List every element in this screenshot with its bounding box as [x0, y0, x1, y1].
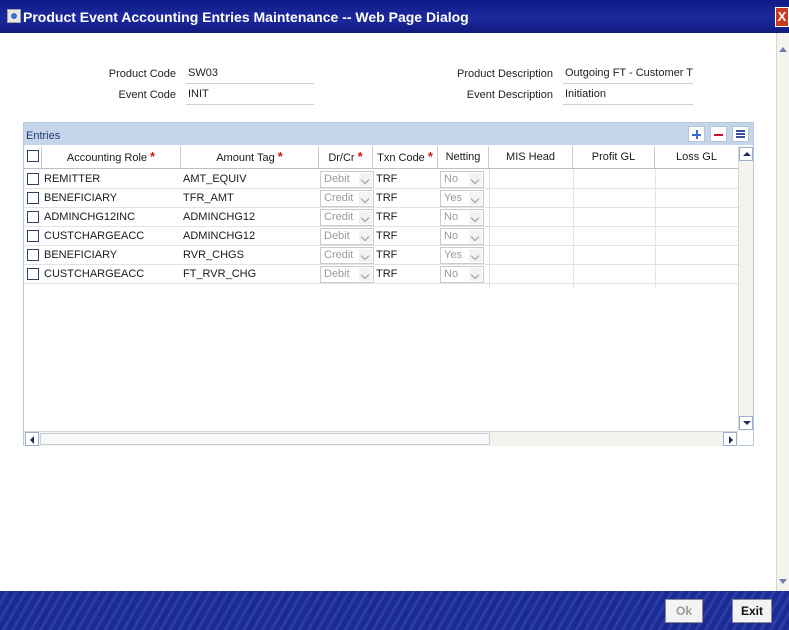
scroll-right-icon[interactable] — [723, 432, 737, 446]
select-all-cell — [24, 146, 42, 168]
row-checkbox[interactable] — [27, 192, 39, 204]
col-netting[interactable]: Netting — [438, 146, 489, 168]
table-row[interactable]: CUSTCHARGEACC FT_RVR_CHG Debit TRF No — [24, 265, 738, 284]
event-description-label: Event Description — [466, 89, 553, 101]
window-title: Product Event Accounting Entries Mainten… — [23, 9, 469, 25]
netting-select[interactable]: Yes — [440, 247, 484, 264]
dr-cr-select[interactable]: Debit — [320, 171, 374, 188]
accounting-role-cell[interactable]: BENEFICIARY — [44, 246, 180, 265]
add-row-button[interactable] — [688, 126, 705, 142]
chevron-down-icon — [469, 249, 482, 262]
chevron-down-icon — [359, 268, 372, 281]
grid-header: Accounting Role * Amount Tag * Dr/Cr * Txn … — [24, 146, 738, 169]
ok-button[interactable]: Ok — [665, 599, 703, 623]
table-row[interactable]: BENEFICIARY RVR_CHGS Credit TRF Yes — [24, 246, 738, 265]
row-checkbox[interactable] — [27, 211, 39, 223]
chevron-down-icon — [359, 249, 372, 262]
netting-select[interactable]: No — [440, 228, 484, 245]
dr-cr-select[interactable]: Credit — [320, 209, 374, 226]
scroll-left-icon[interactable] — [25, 432, 39, 446]
chevron-down-icon — [359, 230, 372, 243]
accounting-role-cell[interactable]: CUSTCHARGEACC — [44, 265, 180, 284]
product-code-field[interactable]: SW03 — [186, 67, 314, 84]
page-vertical-scrollbar[interactable] — [776, 33, 789, 591]
scroll-down-icon[interactable] — [739, 416, 753, 430]
amount-tag-cell[interactable]: AMT_EQUIV — [183, 170, 318, 189]
grid-horizontal-scrollbar[interactable] — [24, 431, 738, 446]
col-loss-gl[interactable]: Loss GL — [655, 146, 738, 168]
accounting-role-cell[interactable]: BENEFICIARY — [44, 189, 180, 208]
product-description-label: Product Description — [457, 68, 553, 80]
col-amount-tag[interactable]: Amount Tag * — [181, 146, 319, 168]
col-accounting-role[interactable]: Accounting Role * — [42, 146, 181, 168]
col-mis-head[interactable]: MIS Head — [489, 146, 573, 168]
row-checkbox[interactable] — [27, 268, 39, 280]
chevron-down-icon — [359, 173, 372, 186]
col-txn-code[interactable]: Txn Code * — [373, 146, 438, 168]
close-button[interactable]: X — [775, 7, 789, 27]
chevron-down-icon — [359, 192, 372, 205]
exit-button[interactable]: Exit — [732, 599, 772, 623]
product-code-label: Product Code — [108, 68, 176, 80]
txn-code-cell[interactable]: TRF — [376, 265, 416, 284]
event-code-field[interactable]: INIT — [186, 88, 314, 105]
amount-tag-cell[interactable]: ADMINCHG12 — [183, 227, 318, 246]
netting-select[interactable]: Yes — [440, 190, 484, 207]
select-all-checkbox[interactable] — [27, 150, 39, 162]
dr-cr-select[interactable]: Debit — [320, 266, 374, 283]
entries-title: Entries — [26, 130, 61, 142]
chevron-down-icon — [469, 173, 482, 186]
dr-cr-select[interactable]: Debit — [320, 228, 374, 245]
accounting-role-cell[interactable]: ADMINCHG12INC — [44, 208, 180, 227]
title-bar: Product Event Accounting Entries Mainten… — [0, 0, 789, 33]
amount-tag-cell[interactable]: RVR_CHGS — [183, 246, 318, 265]
col-dr-cr[interactable]: Dr/Cr * — [319, 146, 373, 168]
chevron-down-icon — [469, 230, 482, 243]
delete-row-button[interactable] — [710, 126, 727, 142]
txn-code-cell[interactable]: TRF — [376, 246, 416, 265]
row-checkbox[interactable] — [27, 173, 39, 185]
txn-code-cell[interactable]: TRF — [376, 208, 416, 227]
row-checkbox[interactable] — [27, 249, 39, 261]
app-icon — [7, 9, 21, 23]
table-row[interactable]: BENEFICIARY TFR_AMT Credit TRF Yes — [24, 189, 738, 208]
txn-code-cell[interactable]: TRF — [376, 189, 416, 208]
view-menu-button[interactable] — [732, 126, 749, 142]
chevron-down-icon — [469, 192, 482, 205]
product-description-field[interactable]: Outgoing FT - Customer Tr — [563, 67, 693, 84]
chevron-down-icon — [469, 211, 482, 224]
table-row[interactable]: ADMINCHG12INC ADMINCHG12 Credit TRF No — [24, 208, 738, 227]
event-code-label: Event Code — [118, 89, 176, 101]
entries-section: Entries Accounting Role * Amount Tag * Dr/… — [23, 122, 754, 446]
amount-tag-cell[interactable]: FT_RVR_CHG — [183, 265, 318, 284]
table-row[interactable]: CUSTCHARGEACC ADMINCHG12 Debit TRF No — [24, 227, 738, 246]
netting-select[interactable]: No — [440, 171, 484, 188]
table-row[interactable]: REMITTER AMT_EQUIV Debit TRF No — [24, 170, 738, 189]
scroll-thumb[interactable] — [40, 433, 490, 445]
amount-tag-cell[interactable]: ADMINCHG12 — [183, 208, 318, 227]
netting-select[interactable]: No — [440, 266, 484, 283]
col-profit-gl[interactable]: Profit GL — [573, 146, 655, 168]
dr-cr-select[interactable]: Credit — [320, 247, 374, 264]
dr-cr-select[interactable]: Credit — [320, 190, 374, 207]
amount-tag-cell[interactable]: TFR_AMT — [183, 189, 318, 208]
chevron-down-icon — [359, 211, 372, 224]
footer-bar: Ok Exit — [0, 591, 789, 630]
scroll-down-icon[interactable] — [779, 579, 787, 584]
scroll-up-icon[interactable] — [779, 47, 787, 52]
txn-code-cell[interactable]: TRF — [376, 170, 416, 189]
row-checkbox[interactable] — [27, 230, 39, 242]
netting-select[interactable]: No — [440, 209, 484, 226]
scroll-up-icon[interactable] — [739, 147, 753, 161]
txn-code-cell[interactable]: TRF — [376, 227, 416, 246]
accounting-role-cell[interactable]: REMITTER — [44, 170, 180, 189]
entries-header: Entries — [24, 123, 753, 145]
event-description-field[interactable]: Initiation — [563, 88, 693, 105]
grid-vertical-scrollbar[interactable] — [738, 146, 753, 431]
chevron-down-icon — [469, 268, 482, 281]
accounting-role-cell[interactable]: CUSTCHARGEACC — [44, 227, 180, 246]
